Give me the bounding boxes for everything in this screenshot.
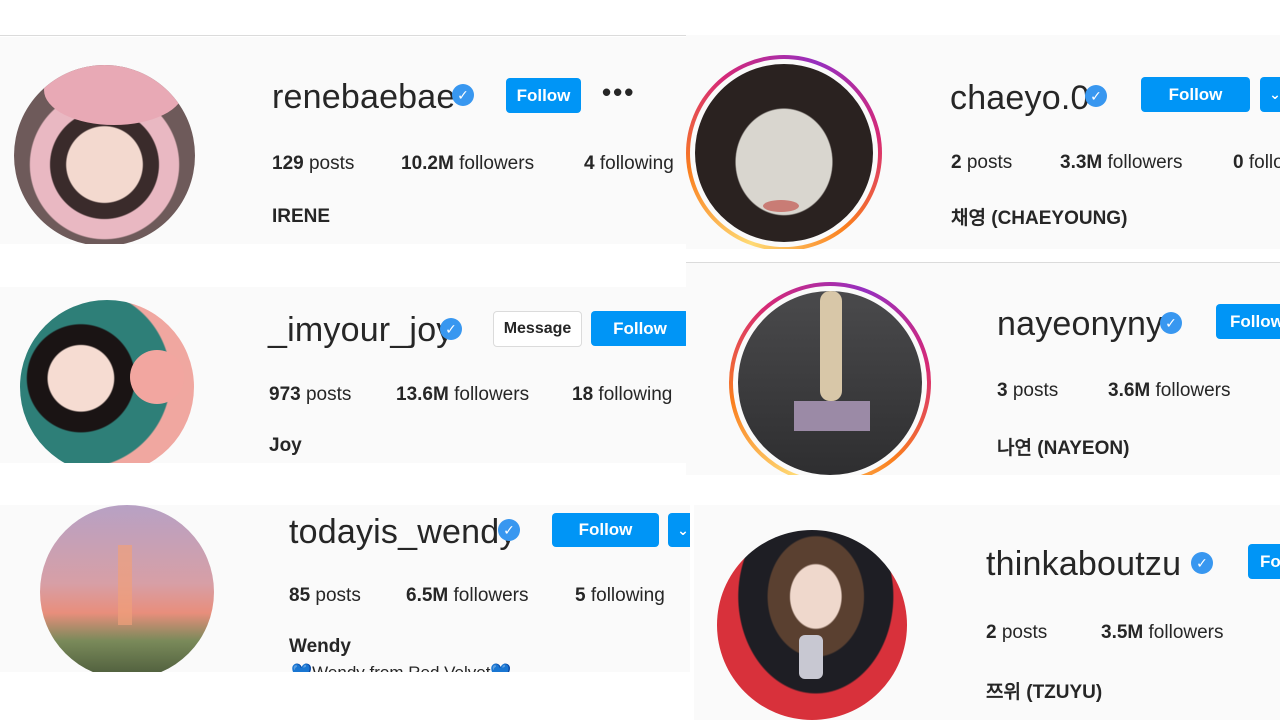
avatar-braid [820, 291, 842, 401]
avatar-necklace [799, 635, 823, 679]
username: renebaebae [272, 78, 456, 116]
followers-stat[interactable]: 3.5M followers [1101, 622, 1224, 644]
username: todayis_wendy [289, 513, 517, 551]
verified-badge-icon: ✓ [498, 519, 520, 541]
posts-stat[interactable]: 2 posts [951, 152, 1012, 174]
verified-badge-icon: ✓ [1191, 552, 1213, 574]
profile-card-joy: _imyour_joy ✓ Message Follow 973 posts 1… [0, 287, 686, 463]
follow-button[interactable]: Follow [591, 311, 686, 346]
follow-button[interactable]: Follow [552, 513, 659, 547]
posts-count: 2 [986, 622, 997, 643]
bio-text: 💙Wendy from Red Velvet💙 [291, 663, 512, 672]
posts-label: posts [308, 153, 355, 174]
follow-button[interactable]: Follow [1216, 304, 1280, 339]
profile-card-wendy: todayis_wendy ✓ Follow ⌄ 85 posts 6.5M f… [0, 505, 690, 672]
avatar-flower [130, 350, 184, 404]
follow-button[interactable]: Fo [1248, 544, 1280, 579]
posts-count: 129 [272, 153, 304, 174]
following-label: following [598, 384, 673, 405]
followers-count: 10.2M [401, 153, 454, 174]
following-label: follo [1248, 152, 1280, 173]
username: thinkaboutzu [986, 545, 1182, 583]
following-label: following [599, 153, 674, 174]
verified-badge-icon: ✓ [1085, 85, 1107, 107]
avatar-rainbow [118, 545, 132, 625]
followers-count: 3.5M [1101, 622, 1144, 643]
followers-label: followers [453, 585, 529, 606]
posts-count: 85 [289, 585, 311, 606]
posts-stat[interactable]: 973 posts [269, 384, 351, 406]
follow-button[interactable]: Follow [1141, 77, 1250, 112]
avatar-lips [763, 200, 799, 212]
posts-stat[interactable]: 85 posts [289, 585, 361, 607]
suggested-dropdown-button[interactable]: ⌄ [668, 513, 690, 547]
profile-card-chaeyoung: chaeyo.0 ✓ Follow ⌄ 2 posts 3.3M followe… [686, 35, 1280, 249]
profile-avatar[interactable] [14, 65, 195, 244]
story-ring[interactable] [729, 282, 931, 475]
avatar-top [794, 401, 870, 431]
following-count: 18 [572, 384, 594, 405]
full-name: 나연 (NAYEON) [997, 438, 1130, 459]
followers-label: followers [1107, 152, 1183, 173]
verified-badge-icon: ✓ [440, 318, 462, 340]
posts-stat[interactable]: 129 posts [272, 153, 354, 175]
following-label: following [590, 585, 665, 606]
profile-card-tzuyu: thinkaboutzu ✓ Fo 2 posts 3.5M followers… [694, 505, 1280, 720]
following-stat[interactable]: 0 follo [1233, 152, 1280, 174]
posts-label: posts [966, 152, 1013, 173]
profile-avatar[interactable] [40, 505, 214, 672]
posts-stat[interactable]: 2 posts [986, 622, 1047, 644]
username: chaeyo.0 [950, 79, 1090, 117]
full-name: 쯔위 (TZUYU) [986, 682, 1103, 703]
avatar-hat [44, 65, 184, 125]
followers-count: 3.3M [1060, 152, 1103, 173]
followers-stat[interactable]: 3.6M followers [1108, 380, 1231, 402]
posts-label: posts [305, 384, 352, 405]
followers-stat[interactable]: 6.5M followers [406, 585, 529, 607]
following-count: 5 [575, 585, 586, 606]
top-divider [0, 35, 686, 36]
verified-badge-icon: ✓ [452, 84, 474, 106]
profile-card-irene: renebaebae ✓ Follow ••• 129 posts 10.2M … [0, 37, 686, 244]
profile-avatar[interactable] [695, 64, 873, 242]
username: nayeonyny [997, 305, 1164, 343]
story-ring[interactable] [686, 55, 882, 249]
posts-label: posts [315, 585, 361, 606]
message-button[interactable]: Message [493, 311, 582, 347]
more-options-icon[interactable]: ••• [602, 77, 635, 108]
followers-count: 6.5M [406, 585, 449, 606]
posts-stat[interactable]: 3 posts [997, 380, 1058, 402]
profile-avatar[interactable] [738, 291, 922, 475]
username: _imyour_joy [268, 311, 454, 349]
posts-label: posts [1012, 380, 1059, 401]
profile-card-nayeon: nayeonyny ✓ Follow 3 posts 3.6M follower… [686, 263, 1280, 475]
followers-count: 3.6M [1108, 380, 1151, 401]
posts-count: 3 [997, 380, 1008, 401]
followers-label: followers [1148, 622, 1224, 643]
following-count: 0 [1233, 152, 1244, 173]
suggested-dropdown-button[interactable]: ⌄ [1260, 77, 1280, 112]
full-name: IRENE [272, 206, 331, 227]
followers-stat[interactable]: 10.2M followers [401, 153, 534, 175]
profile-avatar[interactable] [20, 300, 194, 463]
posts-count: 973 [269, 384, 301, 405]
profile-avatar[interactable] [717, 530, 907, 720]
following-stat[interactable]: 4 following [584, 153, 674, 175]
follow-button[interactable]: Follow [506, 78, 581, 113]
following-stat[interactable]: 18 following [572, 384, 672, 406]
following-stat[interactable]: 5 following [575, 585, 665, 607]
followers-label: followers [459, 153, 535, 174]
followers-stat[interactable]: 3.3M followers [1060, 152, 1183, 174]
following-count: 4 [584, 153, 595, 174]
full-name: Joy [269, 435, 302, 456]
verified-badge-icon: ✓ [1160, 312, 1182, 334]
followers-label: followers [1155, 380, 1231, 401]
full-name: 채영 (CHAEYOUNG) [951, 208, 1128, 229]
posts-label: posts [1001, 622, 1048, 643]
followers-label: followers [454, 384, 530, 405]
followers-stat[interactable]: 13.6M followers [396, 384, 529, 406]
posts-count: 2 [951, 152, 962, 173]
followers-count: 13.6M [396, 384, 449, 405]
full-name: Wendy [289, 636, 351, 657]
